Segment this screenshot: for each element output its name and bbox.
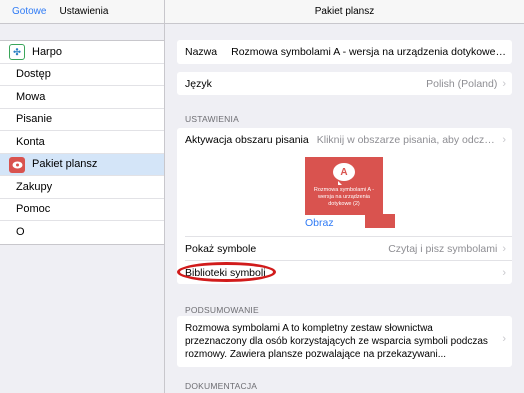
sidebar-item-label: Pakiet plansz <box>32 158 98 171</box>
sidebar-item-label: Mowa <box>16 90 46 103</box>
language-value: Polish (Poland) <box>426 77 498 90</box>
summary-text: Rozmowa symbolami A to kompletny zestaw … <box>185 323 488 360</box>
sidebar-item-label: Harpo <box>32 45 62 58</box>
sidebar: Gotowe Ustawienia ✣ Harpo Dostęp Mowa Pi… <box>0 0 165 393</box>
writing-area-value: Kliknij w obszarze pisania, aby odczyt..… <box>316 133 498 146</box>
language-group: Język Polish (Poland) › <box>177 72 512 95</box>
summary-section-header: PODSUMOWANIE <box>185 305 259 315</box>
summary-row[interactable]: Rozmowa symbolami A to kompletny zestaw … <box>177 316 512 367</box>
sidebar-item-mowa[interactable]: Mowa <box>0 86 164 109</box>
chevron-right-icon: › <box>502 242 506 255</box>
summary-group: Rozmowa symbolami A to kompletny zestaw … <box>177 316 512 367</box>
chevron-right-icon: › <box>502 77 506 90</box>
sidebar-item-pakiet-plansz[interactable]: Pakiet plansz <box>0 153 164 176</box>
sidebar-item-zakupy[interactable]: Zakupy <box>0 176 164 199</box>
image-link[interactable]: Obraz <box>305 217 334 229</box>
board-thumbnail[interactable]: A Rozmowa symbolami A - wersja na urządz… <box>305 157 383 215</box>
name-label: Nazwa <box>185 46 218 58</box>
chevron-right-icon: › <box>502 133 506 146</box>
done-button[interactable]: Gotowe <box>12 6 46 17</box>
name-row[interactable]: Nazwa Rozmowa symbolami A - wersja na ur… <box>177 40 512 64</box>
sidebar-item-label: Dostęp <box>16 68 51 81</box>
settings-section-header: USTAWIENIA <box>185 114 239 124</box>
sidebar-item-label: Konta <box>16 135 45 148</box>
sidebar-title: Ustawienia <box>59 6 109 17</box>
chevron-right-icon: › <box>502 266 506 279</box>
sidebar-item-konta[interactable]: Konta <box>0 131 164 154</box>
sidebar-item-harpo[interactable]: ✣ Harpo <box>0 41 164 64</box>
sidebar-item-pomoc[interactable]: Pomoc <box>0 199 164 221</box>
page-title: Pakiet plansz <box>314 6 375 17</box>
sidebar-item-o[interactable]: O <box>0 221 164 244</box>
highlight-ellipse <box>177 262 276 282</box>
language-label: Język <box>185 77 212 90</box>
documentation-section-header: DOKUMENTACJA <box>185 381 258 391</box>
sidebar-item-pisanie[interactable]: Pisanie <box>0 109 164 131</box>
app-window: Gotowe Ustawienia ✣ Harpo Dostęp Mowa Pi… <box>0 0 524 393</box>
writing-area-row[interactable]: Aktywacja obszaru pisania Kliknij w obsz… <box>177 128 512 151</box>
name-value: Rozmowa symbolami A - wersja na urządzen… <box>231 46 506 58</box>
settings-group: Aktywacja obszaru pisania Kliknij w obsz… <box>177 128 512 284</box>
harpo-logo-icon: ✣ <box>9 44 25 60</box>
main-panel: Pakiet plansz Nazwa Rozmowa symbolami A … <box>165 0 524 393</box>
pakiet-icon <box>9 156 25 173</box>
sidebar-item-label: Zakupy <box>16 180 53 193</box>
show-symbols-label: Pokaż symbole <box>185 242 257 255</box>
sidebar-list: ✣ Harpo Dostęp Mowa Pisanie Konta Pakiet… <box>0 40 164 245</box>
sidebar-item-dostep[interactable]: Dostęp <box>0 64 164 86</box>
show-symbols-value: Czytaj i pisz symbolami <box>388 242 498 255</box>
language-row[interactable]: Język Polish (Poland) › <box>177 72 512 95</box>
sidebar-toolbar: Gotowe Ustawienia <box>0 0 164 24</box>
nav-bar: Pakiet plansz <box>165 0 524 24</box>
speech-bubble-icon: A <box>333 163 355 185</box>
sidebar-item-label: Pomoc <box>16 203 51 216</box>
color-swatch[interactable] <box>365 214 395 228</box>
board-image-area: A Rozmowa symbolami A - wersja na urządz… <box>177 151 512 236</box>
writing-area-label: Aktywacja obszaru pisania <box>185 133 309 146</box>
chevron-right-icon: › <box>502 333 506 345</box>
show-symbols-row[interactable]: Pokaż symbole Czytaj i pisz symbolami › <box>177 237 512 260</box>
sidebar-item-label: Pisanie <box>16 113 53 126</box>
board-thumbnail-caption: Rozmowa symbolami A - wersja na urządzen… <box>313 187 375 207</box>
name-group: Nazwa Rozmowa symbolami A - wersja na ur… <box>177 40 512 64</box>
sidebar-item-label: O <box>16 226 25 239</box>
